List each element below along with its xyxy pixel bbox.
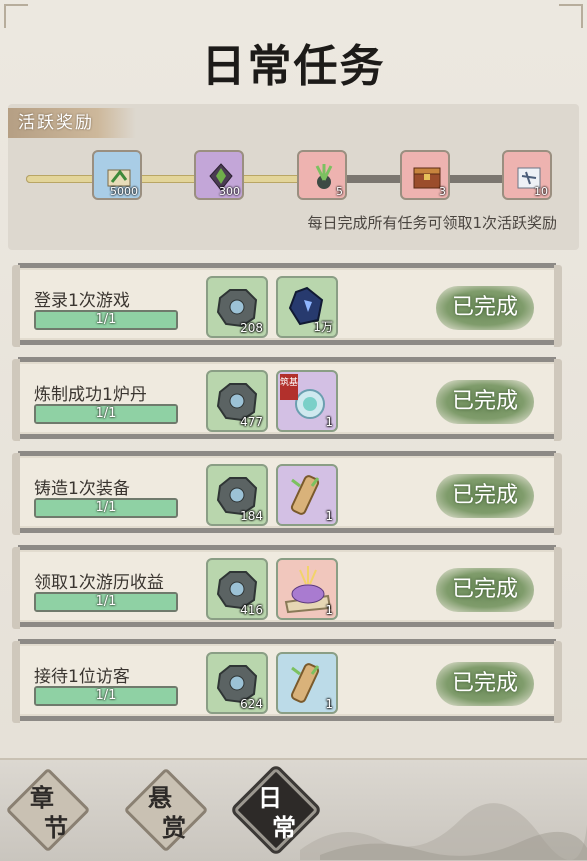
task-progress-bar: 1/1 <box>34 310 178 330</box>
pill-tag-char-1: 筑基 <box>280 376 298 388</box>
corner-ornament <box>559 4 583 28</box>
completed-button[interactable]: 已完成 <box>436 474 534 518</box>
task-progress-text: 1/1 <box>95 406 117 421</box>
reward-item[interactable]: 1 <box>276 652 338 714</box>
activity-reward-section: 活跃奖励 5000 300 5 3 10 每日完成所有任务可领取1次活跃奖励 <box>8 104 579 250</box>
reward-item[interactable]: 筑基 1 <box>276 370 338 432</box>
task-progress-text: 1/1 <box>95 688 117 703</box>
reward-item[interactable]: 1 <box>276 464 338 526</box>
task-progress-bar: 1/1 <box>34 592 178 612</box>
task-progress-bar: 1/1 <box>34 404 178 424</box>
tab-chapter[interactable]: 章 节 <box>5 767 91 853</box>
task-row: 铸造1次装备 1/1 184 1 已完成 <box>12 451 562 535</box>
reward-item[interactable]: 184 <box>206 464 268 526</box>
task-progress-text: 1/1 <box>95 500 117 515</box>
task-name: 接待1位访客 <box>34 667 130 687</box>
milestone-reward-2[interactable]: 300 <box>194 150 244 200</box>
corner-ornament <box>4 4 28 28</box>
task-progress-bar: 1/1 <box>34 498 178 518</box>
task-progress-text: 1/1 <box>95 594 117 609</box>
task-name: 领取1次游历收益 <box>34 573 164 593</box>
reward-item[interactable]: 208 <box>206 276 268 338</box>
tab-daily[interactable]: 日 常 <box>233 767 319 853</box>
activity-reward-tag: 活跃奖励 <box>8 108 136 138</box>
task-row: 接待1位访客 1/1 624 1 已完成 <box>12 639 562 723</box>
reward-item[interactable]: 624 <box>206 652 268 714</box>
reward-item[interactable]: 416 <box>206 558 268 620</box>
task-progress-text: 1/1 <box>95 312 117 327</box>
milestone-reward-3[interactable]: 5 <box>297 150 347 200</box>
bottom-tab-bar: 章 节 悬 赏 日 常 <box>0 760 587 861</box>
task-row: 炼制成功1炉丹 1/1 477 筑基 1 已完成 <box>12 357 562 441</box>
task-row: 登录1次游戏 1/1 208 1万 已完成 <box>12 263 562 347</box>
completed-button[interactable]: 已完成 <box>436 286 534 330</box>
activity-reward-note: 每日完成所有任务可领取1次活跃奖励 <box>307 214 557 232</box>
ink-mountains-decoration <box>300 803 587 860</box>
reward-item[interactable]: 1万 <box>276 276 338 338</box>
completed-button[interactable]: 已完成 <box>436 380 534 424</box>
reward-item[interactable]: 477 <box>206 370 268 432</box>
activity-progress-fill <box>26 175 312 183</box>
tab-bounty[interactable]: 悬 赏 <box>123 767 209 853</box>
task-name: 炼制成功1炉丹 <box>34 385 147 405</box>
completed-button[interactable]: 已完成 <box>436 662 534 706</box>
task-panel: 日常任务 活跃奖励 5000 300 5 3 10 每日完成所有任务可领取1次活… <box>0 0 587 760</box>
milestone-reward-5[interactable]: 10 <box>502 150 552 200</box>
milestone-reward-1[interactable]: 5000 <box>92 150 142 200</box>
task-name: 铸造1次装备 <box>34 479 130 499</box>
reward-item[interactable]: 1 <box>276 558 338 620</box>
completed-button[interactable]: 已完成 <box>436 568 534 612</box>
page-title: 日常任务 <box>201 41 386 92</box>
task-progress-bar: 1/1 <box>34 686 178 706</box>
milestone-reward-4[interactable]: 3 <box>400 150 450 200</box>
task-name: 登录1次游戏 <box>34 291 130 311</box>
task-row: 领取1次游历收益 1/1 416 1 已完成 <box>12 545 562 629</box>
